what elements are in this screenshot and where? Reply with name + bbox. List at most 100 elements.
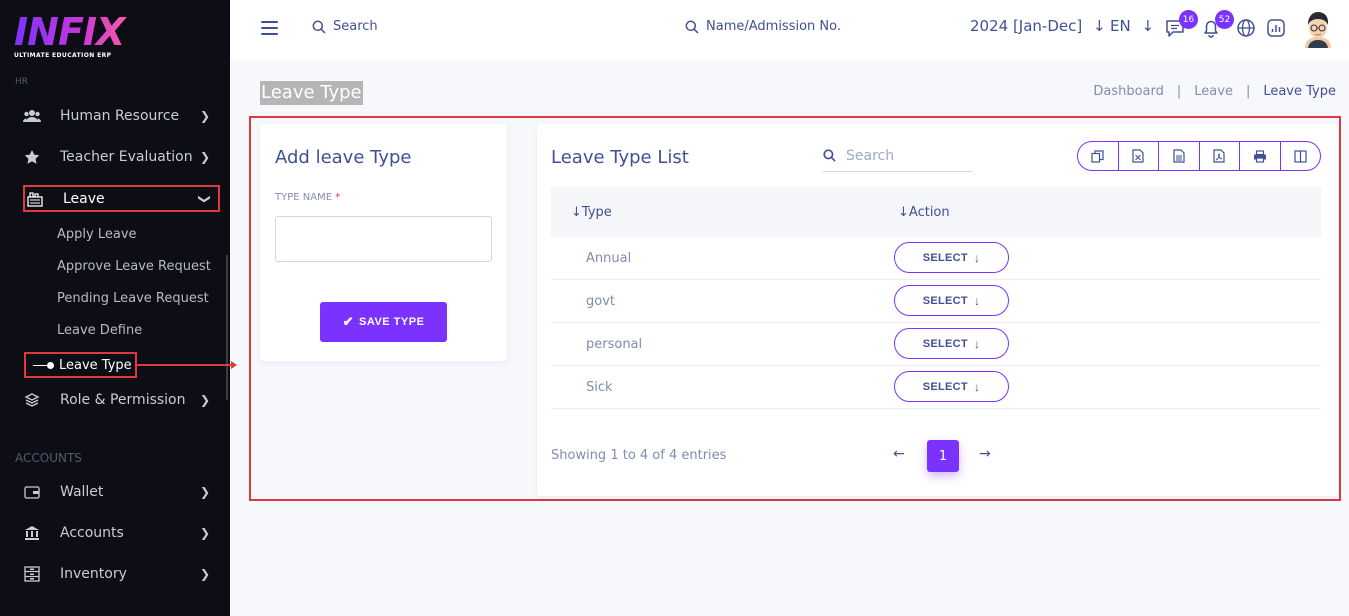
chevron-right-icon: ❯ <box>199 150 210 164</box>
required-mark: * <box>335 192 341 203</box>
export-button-group <box>1077 141 1321 171</box>
sidebar-item-role-permission[interactable]: Role & Permission ❯ <box>22 386 218 414</box>
chevron-right-icon: ❯ <box>199 526 210 540</box>
copy-button[interactable] <box>1078 142 1119 170</box>
select-action-button[interactable]: SELECT ↓ <box>894 242 1009 273</box>
pagination-page-1[interactable]: 1 <box>927 440 959 472</box>
sidebar-scrollbar[interactable] <box>226 255 228 400</box>
table-row: Sick SELECT ↓ <box>551 366 1321 409</box>
column-header-label: Action <box>908 204 950 220</box>
arrow-down-icon: ↓ <box>973 379 981 394</box>
notification-badge: 52 <box>1215 10 1234 29</box>
csv-button[interactable] <box>1159 142 1200 170</box>
sidebar-item-label: Accounts <box>60 525 124 541</box>
select-label: SELECT <box>922 337 968 350</box>
sidebar-item-teacher-evaluation[interactable]: Teacher Evaluation ❯ <box>22 143 218 171</box>
users-icon <box>22 106 42 126</box>
column-header-type[interactable]: ↓Type <box>571 205 612 220</box>
select-action-button[interactable]: SELECT ↓ <box>894 371 1009 402</box>
arrow-down-icon: ↓ <box>1141 17 1155 35</box>
chevron-right-icon: ❯ <box>199 109 210 123</box>
active-indicator-line <box>33 364 47 366</box>
admission-search[interactable]: Name/Admission No. <box>685 19 841 34</box>
column-visibility-button[interactable] <box>1281 142 1321 170</box>
breadcrumb-separator: | <box>1176 84 1182 99</box>
save-type-button[interactable]: ✔ SAVE TYPE <box>320 302 447 342</box>
arrow-left-icon[interactable]: ← <box>893 446 905 462</box>
chevron-right-icon: ❯ <box>199 485 210 499</box>
avatar[interactable] <box>1303 8 1333 48</box>
sort-arrow-icon: ↓ <box>571 204 582 220</box>
leave-icon <box>25 189 45 209</box>
chevron-down-icon: ❯ <box>197 193 212 204</box>
breadcrumb-separator: | <box>1245 84 1251 99</box>
sidebar-item-inventory[interactable]: Inventory ❯ <box>22 560 218 588</box>
sidebar-item-accounts[interactable]: Accounts ❯ <box>22 519 218 547</box>
columns-icon <box>1294 149 1307 163</box>
table-row: Annual SELECT ↓ <box>551 237 1321 280</box>
table-header: ↓Type ↓Action <box>551 187 1321 237</box>
submenu-approve-leave-request[interactable]: Approve Leave Request <box>57 259 211 274</box>
select-action-button[interactable]: SELECT ↓ <box>894 285 1009 316</box>
table-row: personal SELECT ↓ <box>551 323 1321 366</box>
column-header-label: Type <box>581 204 612 220</box>
submenu-apply-leave[interactable]: Apply Leave <box>57 227 137 242</box>
submenu-leave-type[interactable]: Leave Type <box>24 352 137 378</box>
save-type-label: SAVE TYPE <box>358 316 425 328</box>
cell-type: govt <box>586 294 615 309</box>
section-label-accounts: ACCOUNTS <box>15 451 82 465</box>
printer-icon <box>1253 149 1266 163</box>
page-title: Leave Type <box>260 81 363 105</box>
type-name-label-text: TYPE NAME <box>275 192 333 203</box>
sidebar: INFIX ULTIMATE EDUCATION ERP HR Human Re… <box>0 0 230 616</box>
breadcrumb-dashboard[interactable]: Dashboard <box>1093 84 1164 99</box>
breadcrumb-leave-type: Leave Type <box>1263 84 1336 99</box>
chevron-right-icon: ❯ <box>199 393 210 407</box>
analytics-icon[interactable] <box>1265 17 1287 39</box>
arrow-down-icon: ↓ <box>973 250 981 265</box>
submenu-label: Leave Type <box>59 357 132 373</box>
pdf-icon <box>1213 149 1225 163</box>
select-label: SELECT <box>922 251 968 264</box>
list-card-title: Leave Type List <box>551 147 689 168</box>
list-search-input[interactable]: Search <box>823 140 973 172</box>
hamburger-menu-icon[interactable] <box>261 21 278 35</box>
header-search-label: Search <box>333 19 378 34</box>
breadcrumb-leave[interactable]: Leave <box>1194 84 1233 99</box>
sidebar-item-label: Inventory <box>60 566 127 582</box>
file-text-icon <box>1173 149 1185 163</box>
session-year-select[interactable]: 2024 [Jan-Dec] ↓ <box>970 17 1106 35</box>
arrow-down-icon: ↓ <box>973 293 981 308</box>
column-header-action[interactable]: ↓Action <box>898 205 950 220</box>
excel-button[interactable] <box>1119 142 1159 170</box>
submenu-leave-define[interactable]: Leave Define <box>57 323 142 338</box>
excel-icon <box>1132 149 1144 163</box>
add-card-title: Add leave Type <box>275 147 412 168</box>
select-action-button[interactable]: SELECT ↓ <box>894 328 1009 359</box>
session-year-value: 2024 [Jan-Dec] <box>970 17 1083 35</box>
bell-icon[interactable]: 52 <box>1200 10 1234 39</box>
arrow-right-icon[interactable]: → <box>979 446 991 462</box>
type-name-input[interactable] <box>275 216 492 262</box>
sidebar-item-wallet[interactable]: Wallet ❯ <box>22 478 218 506</box>
pdf-button[interactable] <box>1200 142 1240 170</box>
role-icon <box>22 390 42 410</box>
sidebar-item-leave[interactable]: Leave ❯ <box>23 185 220 212</box>
annotation-arrow-line <box>137 364 233 366</box>
select-label: SELECT <box>922 380 968 393</box>
star-icon <box>22 147 42 167</box>
globe-icon[interactable] <box>1235 17 1257 39</box>
sidebar-item-human-resource[interactable]: Human Resource ❯ <box>22 102 218 130</box>
submenu-pending-leave-request[interactable]: Pending Leave Request <box>57 291 209 306</box>
sidebar-item-label: Wallet <box>60 484 104 500</box>
leave-type-list-card: Leave Type List Search ↓Type ↓Action Ann… <box>537 124 1338 496</box>
header-search[interactable]: Search <box>312 19 378 34</box>
check-icon: ✔ <box>342 314 354 329</box>
print-button[interactable] <box>1240 142 1281 170</box>
chat-icon[interactable]: 16 <box>1164 10 1198 39</box>
chevron-right-icon: ❯ <box>199 567 210 581</box>
search-icon <box>312 20 326 34</box>
logo[interactable]: INFIX ULTIMATE EDUCATION ERP <box>14 12 134 62</box>
language-select[interactable]: EN ↓ <box>1110 17 1154 35</box>
sidebar-item-label: Human Resource <box>60 108 180 124</box>
